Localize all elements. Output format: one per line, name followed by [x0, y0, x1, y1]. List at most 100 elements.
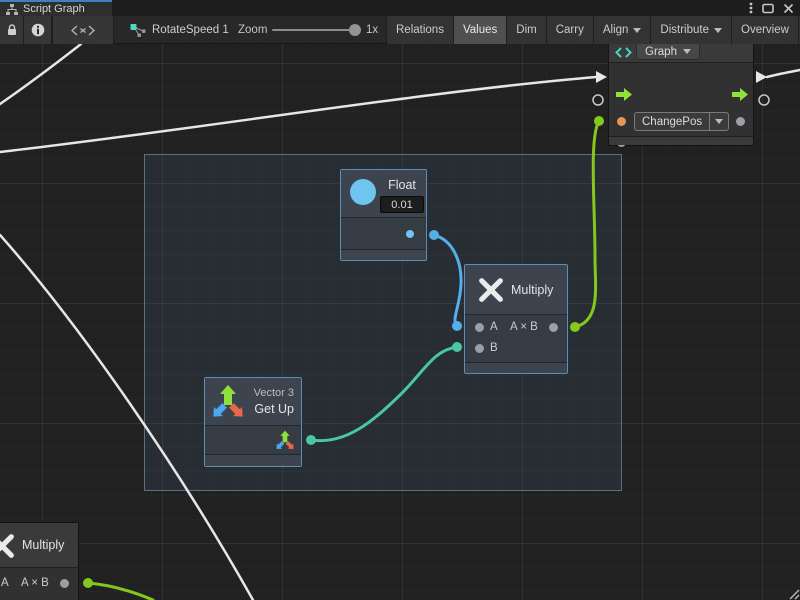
flow-wire[interactable] [767, 70, 800, 77]
node-title: Multiply [511, 283, 553, 297]
button-label: Distribute [660, 24, 709, 36]
wire-endpoint[interactable] [429, 230, 439, 240]
toolbar-button-align[interactable]: Align [593, 16, 651, 44]
port-label-result: A × B [510, 321, 538, 333]
flow-wire[interactable] [0, 77, 596, 152]
graph-reference-label: RotateSpeed 1 [152, 24, 229, 36]
code-preview-button[interactable] [52, 16, 114, 44]
node-body [341, 219, 426, 250]
chevron-down-icon [715, 119, 723, 124]
unconnected-port-ring[interactable] [593, 95, 603, 105]
node-vector3-get-up[interactable]: Vector 3 Get Up [204, 377, 302, 467]
dropdown-caret-segment[interactable] [709, 113, 728, 130]
node-multiply[interactable]: Multiply A A × B B [464, 264, 568, 374]
port-label-a: A [1, 577, 9, 589]
value-port-gray[interactable] [736, 117, 745, 126]
lock-button[interactable] [0, 16, 24, 44]
button-label: Values [463, 24, 497, 36]
flow-in-port[interactable] [616, 88, 632, 101]
lock-icon [7, 24, 17, 36]
button-label: Relations [396, 24, 444, 36]
toolbar-button-relations[interactable]: Relations [386, 16, 453, 44]
resize-grip-icon[interactable] [786, 586, 800, 600]
value-wire-green[interactable] [575, 121, 599, 327]
maximize-icon[interactable] [762, 3, 774, 14]
toolbar-button-carry[interactable]: Carry [546, 16, 593, 44]
tab-bar: Script Graph [0, 0, 800, 16]
event-target-label: ChangePos [635, 113, 709, 130]
graph-dropdown[interactable]: Graph [636, 44, 700, 60]
node-footer [341, 249, 426, 260]
vector3-output-port[interactable] [275, 430, 295, 451]
node-body: A A × B B [465, 316, 567, 362]
flow-input-arrow[interactable] [596, 71, 607, 83]
flow-out-port[interactable] [732, 88, 748, 101]
node-body: A A × B [0, 569, 78, 600]
vector3-icon [211, 384, 245, 420]
wire-endpoint[interactable] [83, 578, 93, 588]
zoom-label: Zoom [238, 16, 267, 44]
node-header: Graph [609, 44, 753, 63]
node-title: Float [380, 178, 424, 192]
script-graph-window: Script Graph [0, 0, 800, 600]
wire-endpoint[interactable] [452, 321, 462, 331]
value-port-orange[interactable] [617, 117, 626, 126]
zoom-value: 1x [366, 16, 378, 44]
node-header: Multiply [465, 265, 567, 315]
node-body: ChangePos [609, 64, 753, 138]
float-value-field[interactable]: 0.01 [380, 196, 424, 213]
zoom-slider[interactable] [272, 29, 358, 31]
flow-wire[interactable] [0, 44, 81, 104]
toolbar-button-overview[interactable]: Overview [731, 16, 798, 44]
wire-endpoint[interactable] [306, 435, 316, 445]
port-label-b: B [490, 342, 498, 354]
port-label-result: A × B [21, 577, 49, 589]
node-header: Multiply [0, 523, 78, 568]
multiply-icon [0, 532, 16, 560]
value-wire-green[interactable] [88, 583, 153, 600]
toolbar-button-values[interactable]: Values [453, 16, 506, 44]
value-wire-blue[interactable] [434, 235, 461, 326]
node-header: Float 0.01 [341, 170, 426, 218]
node-body [205, 427, 301, 455]
float-output-port[interactable] [406, 230, 414, 238]
flow-output-arrow[interactable] [756, 71, 767, 83]
toolbar: RotateSpeed 1 Zoom 1x Relations Values D… [0, 16, 800, 44]
button-label: Overview [741, 24, 789, 36]
chevron-down-icon [633, 28, 641, 33]
wire-endpoint[interactable] [570, 322, 580, 332]
node-float[interactable]: Float 0.01 [340, 169, 427, 261]
info-button[interactable] [24, 16, 52, 44]
menu-dots-icon[interactable] [749, 2, 753, 14]
chevron-down-icon [683, 49, 691, 54]
button-label: Dim [516, 24, 536, 36]
node-title: Multiply [22, 538, 64, 552]
zoom-slider-handle[interactable] [349, 24, 361, 36]
wire-endpoint[interactable] [452, 342, 462, 352]
toolbar-button-distribute[interactable]: Distribute [650, 16, 731, 44]
info-icon [31, 23, 45, 37]
close-icon[interactable] [783, 3, 794, 14]
graph-dropdown-label: Graph [645, 46, 677, 58]
code-brackets-icon [71, 25, 95, 36]
node-footer [609, 136, 753, 145]
node-multiply-2[interactable]: Multiply A A × B [0, 522, 79, 600]
wire-endpoint[interactable] [594, 116, 604, 126]
toolbar-button-dim[interactable]: Dim [506, 16, 545, 44]
event-target-dropdown[interactable]: ChangePos [634, 112, 729, 131]
node-event-changepos[interactable]: Graph ChangePos [608, 44, 754, 146]
graph-icon [615, 47, 632, 58]
graph-reference[interactable]: RotateSpeed 1 [130, 16, 229, 44]
node-title: Get Up [254, 402, 294, 416]
output-port-result[interactable] [549, 323, 558, 332]
input-port-a[interactable] [475, 323, 484, 332]
unconnected-port-ring[interactable] [759, 95, 769, 105]
tab-script-graph[interactable]: Script Graph [0, 0, 112, 16]
node-header: Vector 3 Get Up [205, 378, 301, 426]
value-wire-teal[interactable] [311, 347, 457, 441]
graph-canvas[interactable]: Graph ChangePos [0, 44, 800, 600]
node-footer [205, 454, 301, 466]
float-icon [350, 179, 376, 205]
input-port-b[interactable] [475, 344, 484, 353]
output-port-result[interactable] [60, 579, 69, 588]
